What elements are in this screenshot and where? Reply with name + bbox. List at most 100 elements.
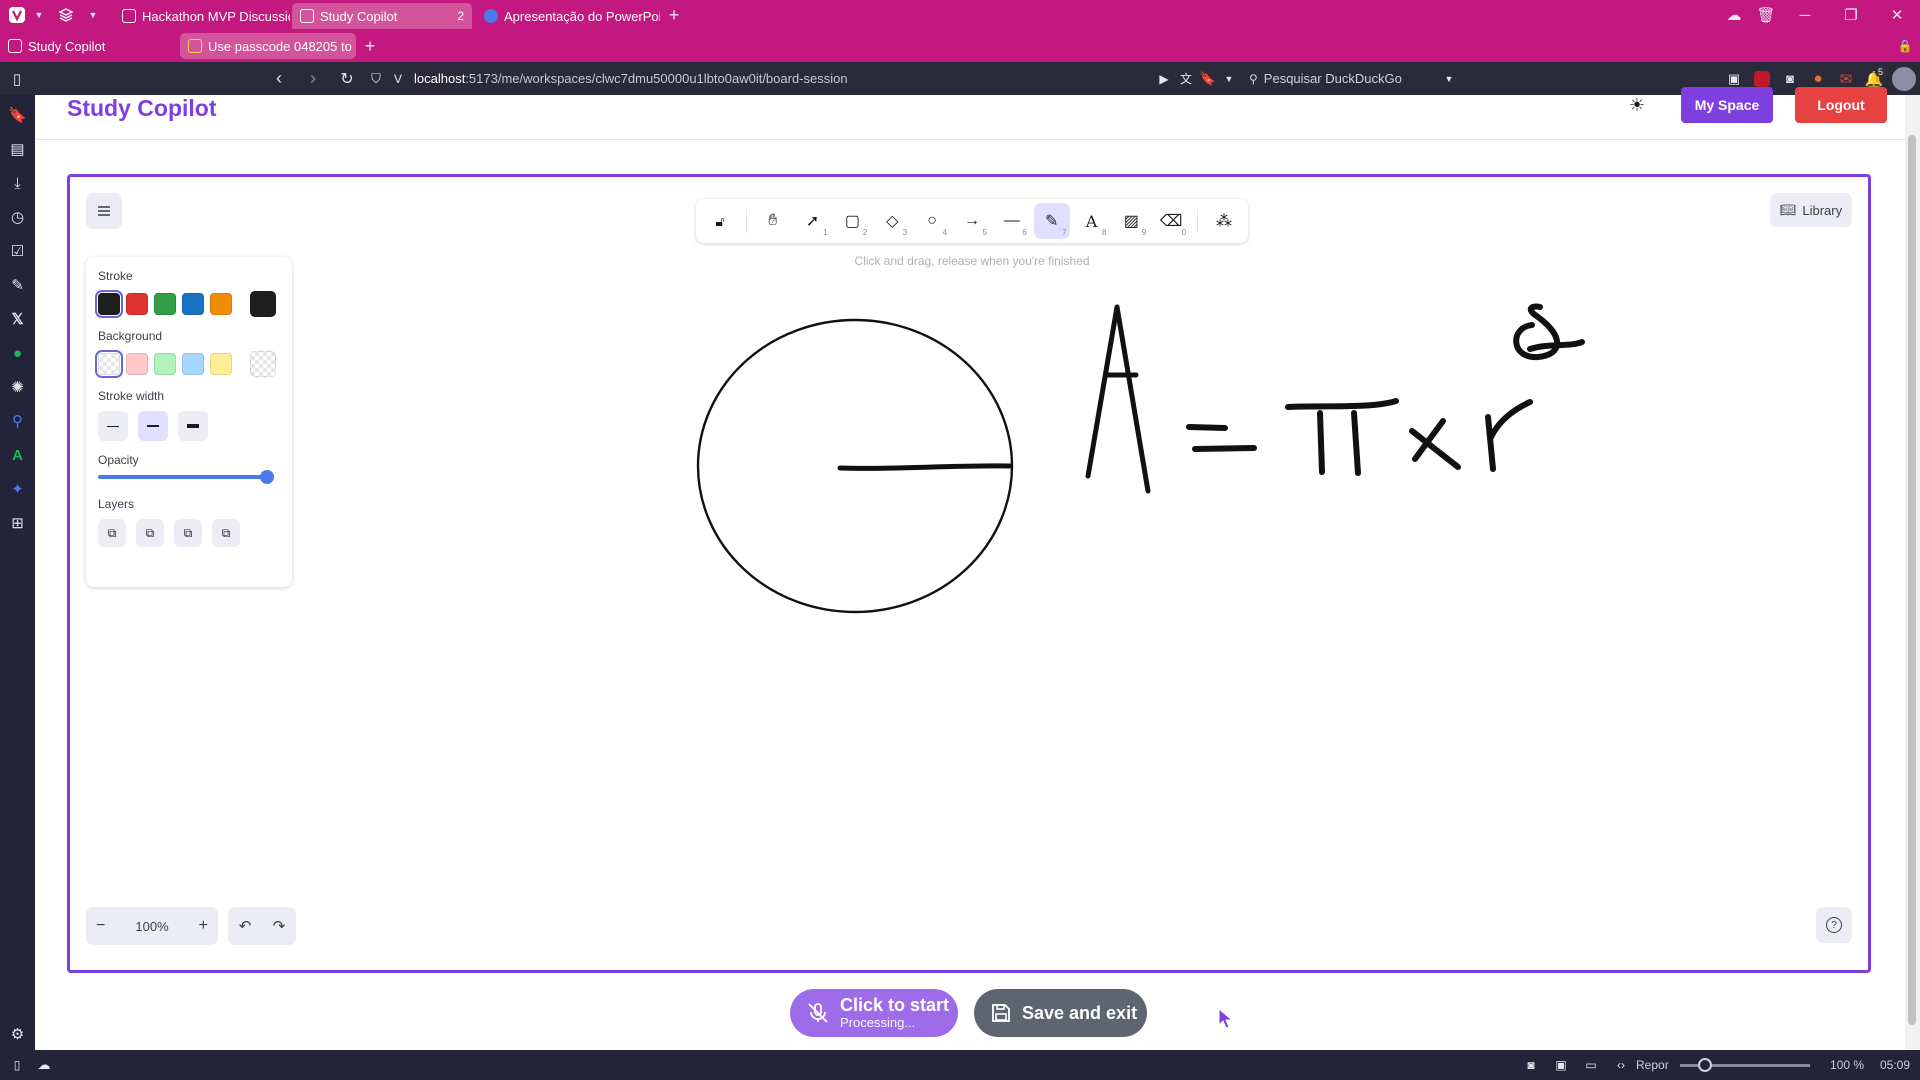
eraser-tool-button[interactable]: ⌫ 0	[1153, 203, 1189, 239]
add-panel-icon[interactable]: ⊞	[7, 511, 29, 535]
back-icon[interactable]: ‹	[262, 68, 296, 89]
notifications-icon[interactable]: 🔔 5	[1860, 66, 1888, 88]
translate-icon[interactable]: 文	[1175, 70, 1197, 87]
zoom-in-button[interactable]: +	[199, 917, 208, 935]
draw-tool-button[interactable]: ✎ 7	[1033, 203, 1070, 239]
app-a-icon[interactable]: A	[7, 443, 29, 467]
chevron-down-icon[interactable]: ▼	[86, 10, 100, 20]
tab-hackathon[interactable]: Hackathon MVP Discussion	[114, 3, 290, 29]
camera-icon[interactable]: ◙	[1516, 1058, 1546, 1072]
scrollbar-thumb[interactable]	[1908, 135, 1916, 1025]
image-tool-button[interactable]: ▨ 9	[1113, 203, 1149, 239]
window-icon[interactable]: ▭	[1576, 1058, 1606, 1072]
sparkle-icon[interactable]: ✦	[7, 477, 29, 501]
stroke-width-extra-bold-button[interactable]	[178, 411, 208, 441]
reading-list-icon[interactable]: ▤	[7, 137, 29, 161]
zoom-level[interactable]: 100%	[135, 919, 168, 934]
shield-icon[interactable]: ⛉	[364, 71, 388, 87]
whiteboard-canvas[interactable]: 🔓︎ ✋︎ ➚ 1 ▢ 2 ◇ 3 ○ 4 → 5 —6 ✎ 7 A8 ▨ 9 ⌫ 0 ⁂ Cl…	[67, 174, 1871, 973]
reader-label[interactable]: Repor	[1636, 1058, 1672, 1072]
library-button[interactable]: 📖︎ Library	[1770, 193, 1852, 227]
canvas-drawing[interactable]	[70, 177, 1868, 970]
stroke-width-thin-button[interactable]	[98, 411, 128, 441]
extra-tools-button[interactable]: ⁂	[1206, 203, 1242, 239]
cloud-sync-icon[interactable]: ☁	[1718, 6, 1750, 24]
undo-button[interactable]: ↶	[239, 917, 252, 935]
tasks-icon[interactable]: ☑	[7, 239, 29, 263]
send-backward-button[interactable]: ⧉	[136, 519, 164, 547]
close-icon[interactable]: ✕	[1874, 6, 1920, 24]
arrow-tool-button[interactable]: → 5	[954, 203, 990, 239]
reload-icon[interactable]: ↻	[330, 69, 364, 89]
bring-forward-button[interactable]: ⧉	[174, 519, 202, 547]
background-swatch-green[interactable]	[154, 353, 176, 375]
stroke-swatch-green[interactable]	[154, 293, 176, 315]
subtab-study-copilot[interactable]: Study Copilot	[0, 33, 176, 59]
background-swatch-yellow[interactable]	[210, 353, 232, 375]
theme-toggle-icon[interactable]: ☀	[1625, 95, 1649, 115]
stroke-swatch-orange[interactable]	[210, 293, 232, 315]
panel-toggle-icon[interactable]: ▯	[0, 70, 34, 88]
image-icon[interactable]: ▣	[1546, 1058, 1576, 1072]
chevron-down-icon[interactable]: ▼	[1219, 74, 1239, 84]
trash-icon[interactable]: 🗑	[1750, 6, 1782, 24]
opacity-slider-thumb[interactable]	[260, 470, 274, 484]
send-to-back-button[interactable]: ⧉	[98, 519, 126, 547]
my-space-button[interactable]: My Space	[1681, 87, 1773, 123]
background-swatch-blue[interactable]	[182, 353, 204, 375]
opacity-slider[interactable]	[98, 470, 274, 484]
ellipse-tool-button[interactable]: ○ 4	[914, 203, 950, 239]
help-button[interactable]: ?	[1816, 907, 1852, 943]
rectangle-tool-button[interactable]: ▢ 2	[835, 203, 871, 239]
save-and-exit-button[interactable]: Save and exit	[974, 989, 1147, 1037]
new-tab-icon[interactable]: +	[356, 36, 384, 57]
new-tab-icon[interactable]: +	[660, 5, 688, 26]
text-tool-button[interactable]: A8	[1074, 203, 1110, 239]
extension-icon[interactable]: ●	[1804, 70, 1832, 87]
restore-icon[interactable]: ❐	[1828, 6, 1874, 24]
hand-tool-button[interactable]: ✋︎	[755, 203, 791, 239]
main-menu-button[interactable]	[86, 193, 122, 229]
logout-button[interactable]: Logout	[1795, 87, 1887, 123]
record-button[interactable]: Click to start Processing...	[790, 989, 958, 1037]
chatgpt-icon[interactable]: ✺	[7, 375, 29, 399]
vivaldi-menu-icon[interactable]	[2, 0, 32, 30]
stroke-swatch-blue[interactable]	[182, 293, 204, 315]
settings-icon[interactable]: ⚙	[7, 1022, 29, 1046]
camera-icon[interactable]: ◙	[1776, 71, 1804, 86]
forward-icon[interactable]: ›	[296, 68, 330, 89]
stroke-width-bold-button[interactable]	[138, 411, 168, 441]
url-field[interactable]: localhost:5173/me/workspaces/clwc7dmu500…	[408, 71, 1153, 86]
redo-button[interactable]: ↷	[273, 917, 286, 935]
background-current-color[interactable]	[250, 351, 276, 377]
stroke-swatch-red[interactable]	[126, 293, 148, 315]
line-tool-button[interactable]: —6	[994, 203, 1030, 239]
mail-icon[interactable]: ✉	[1832, 70, 1860, 88]
notes-icon[interactable]: ✎	[7, 273, 29, 297]
chevron-down-icon[interactable]: ▼	[1439, 74, 1459, 84]
cloud-icon[interactable]: ☁	[34, 1057, 54, 1073]
avatar[interactable]	[1888, 66, 1920, 91]
tab-stack-icon[interactable]	[46, 7, 86, 23]
background-swatch-pink[interactable]	[126, 353, 148, 375]
history-icon[interactable]: ◷	[7, 205, 29, 229]
search-icon[interactable]: ⚲	[7, 409, 29, 433]
tab-powerpoint[interactable]: Apresentação do PowerPoi	[476, 3, 660, 29]
video-icon[interactable]: ▶	[1153, 72, 1175, 86]
image-icon[interactable]: ▣	[1720, 71, 1748, 87]
bookmark-icon[interactable]: 🔖	[1197, 71, 1219, 87]
stroke-current-color[interactable]	[250, 291, 276, 317]
bookmarks-icon[interactable]: 🔖	[7, 103, 29, 127]
background-swatch-transparent[interactable]	[95, 350, 123, 378]
diamond-tool-button[interactable]: ◇ 3	[874, 203, 910, 239]
panel-toggle-icon[interactable]: ▯	[0, 1058, 34, 1072]
chevron-down-icon[interactable]: ▼	[32, 10, 46, 20]
search-field[interactable]: ⚲ Pesquisar DuckDuckGo	[1239, 71, 1439, 86]
stroke-swatch-black[interactable]	[95, 290, 123, 318]
page-zoom-slider[interactable]	[1680, 1057, 1810, 1072]
bring-to-front-button[interactable]: ⧉	[212, 519, 240, 547]
code-icon[interactable]: ‹›	[1606, 1058, 1636, 1072]
zoom-out-button[interactable]: −	[96, 917, 105, 935]
tab-study-copilot[interactable]: Study Copilot 2	[292, 3, 472, 29]
spotify-icon[interactable]: ●	[7, 341, 29, 365]
